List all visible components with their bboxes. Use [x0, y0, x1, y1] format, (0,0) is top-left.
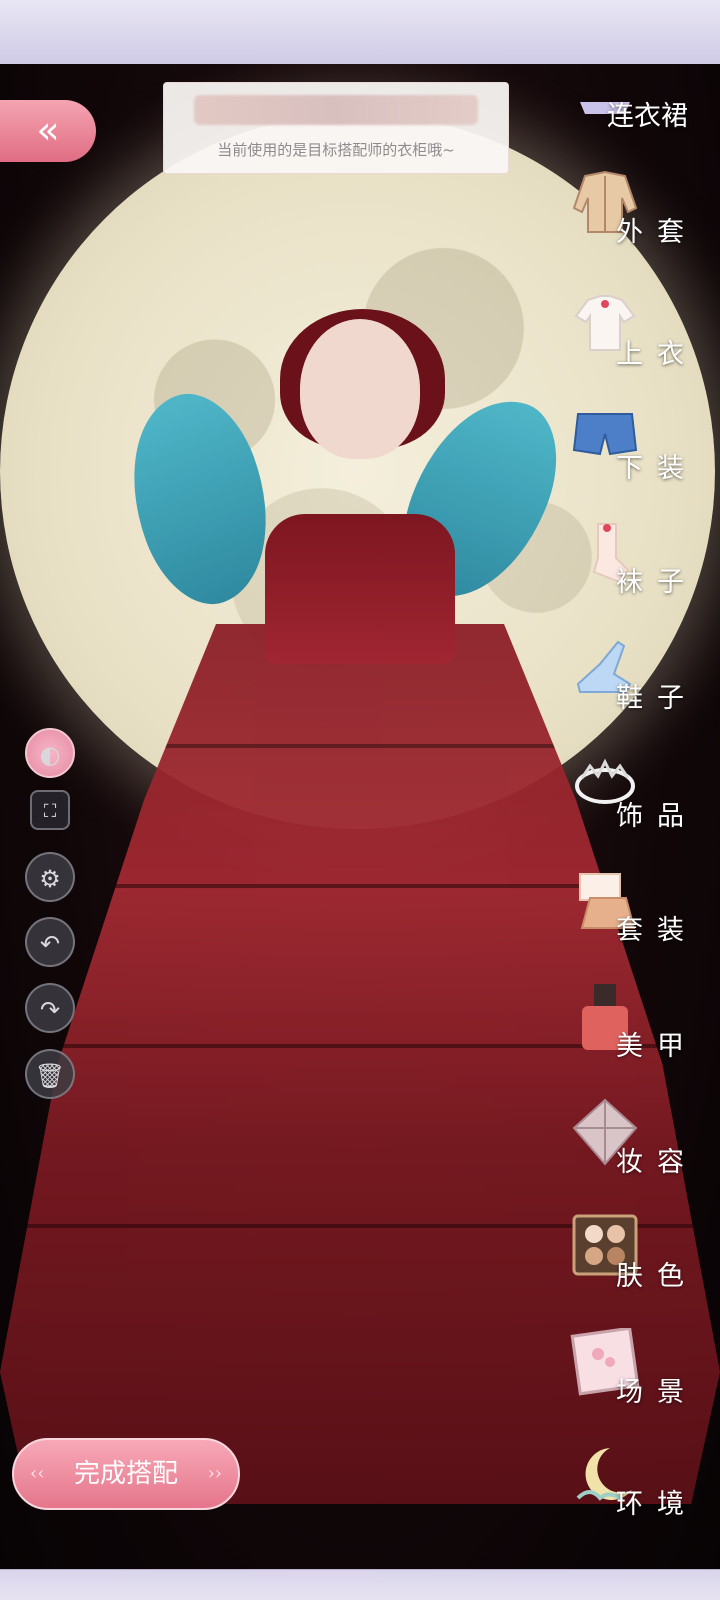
- finish-outfit-label: 完成搭配: [73, 1459, 178, 1489]
- double-chevron-left-icon: «: [36, 108, 60, 152]
- category-label: 肤色: [616, 1261, 698, 1292]
- category-socks[interactable]: 袜子: [560, 518, 720, 634]
- trash-icon: 🗑: [34, 1062, 66, 1090]
- settings-button[interactable]: ⚙: [25, 852, 75, 902]
- category-label: 美甲: [616, 1031, 698, 1062]
- chevron-right-icon: ››: [207, 1463, 222, 1484]
- category-label: 妆容: [616, 1147, 698, 1178]
- undo-button[interactable]: ↶: [25, 917, 75, 967]
- category-label: 场景: [616, 1377, 698, 1408]
- category-label: 饰品: [616, 801, 698, 832]
- category-nails[interactable]: 美甲: [560, 982, 720, 1098]
- notice-text: 当前使用的是目标搭配师的衣柜哦~: [217, 141, 455, 159]
- wardrobe-notice: 当前使用的是目标搭配师的衣柜哦~: [163, 82, 509, 174]
- redo-icon: ↷: [39, 996, 61, 1024]
- bottom-bar: [0, 1569, 720, 1600]
- category-label: 环境: [616, 1489, 698, 1520]
- category-suit[interactable]: 套装: [560, 866, 720, 982]
- category-label: 套装: [616, 915, 698, 946]
- fullscreen-button[interactable]: ⛶: [30, 790, 70, 830]
- category-label: 外套: [616, 217, 698, 248]
- redo-button[interactable]: ↷: [25, 983, 75, 1033]
- category-bottom[interactable]: 下装: [560, 404, 720, 520]
- category-label: 袜子: [616, 567, 698, 598]
- palette-icon: ◐: [39, 741, 61, 769]
- undo-icon: ↶: [39, 930, 61, 958]
- category-label: 下装: [616, 453, 698, 484]
- category-shoes[interactable]: 鞋子: [560, 634, 720, 750]
- category-label: 鞋子: [616, 683, 698, 714]
- chevron-left-icon: ‹‹: [30, 1463, 45, 1484]
- finish-outfit-button[interactable]: ‹‹ 完成搭配 ››: [12, 1438, 240, 1510]
- character-face: [300, 319, 420, 459]
- category-makeup[interactable]: 妆容: [560, 1098, 720, 1214]
- blurred-username: [194, 95, 478, 125]
- gear-icon: ⚙: [39, 865, 61, 893]
- category-top[interactable]: 上衣: [560, 290, 720, 406]
- category-coat[interactable]: 外套: [560, 168, 720, 284]
- category-label: 上衣: [616, 339, 698, 370]
- palette-button[interactable]: ◐: [25, 728, 75, 778]
- category-label: 连衣裙: [607, 101, 688, 132]
- category-skin[interactable]: 肤色: [560, 1212, 720, 1328]
- category-environment[interactable]: 环境: [560, 1440, 720, 1556]
- delete-button[interactable]: 🗑: [25, 1049, 75, 1099]
- character-bodice: [265, 514, 455, 664]
- fullscreen-icon: ⛶: [43, 801, 57, 822]
- status-bar: [0, 0, 720, 65]
- category-scene[interactable]: 场景: [560, 1328, 720, 1444]
- back-button[interactable]: «: [0, 100, 96, 162]
- category-accessory[interactable]: 饰品: [560, 752, 720, 868]
